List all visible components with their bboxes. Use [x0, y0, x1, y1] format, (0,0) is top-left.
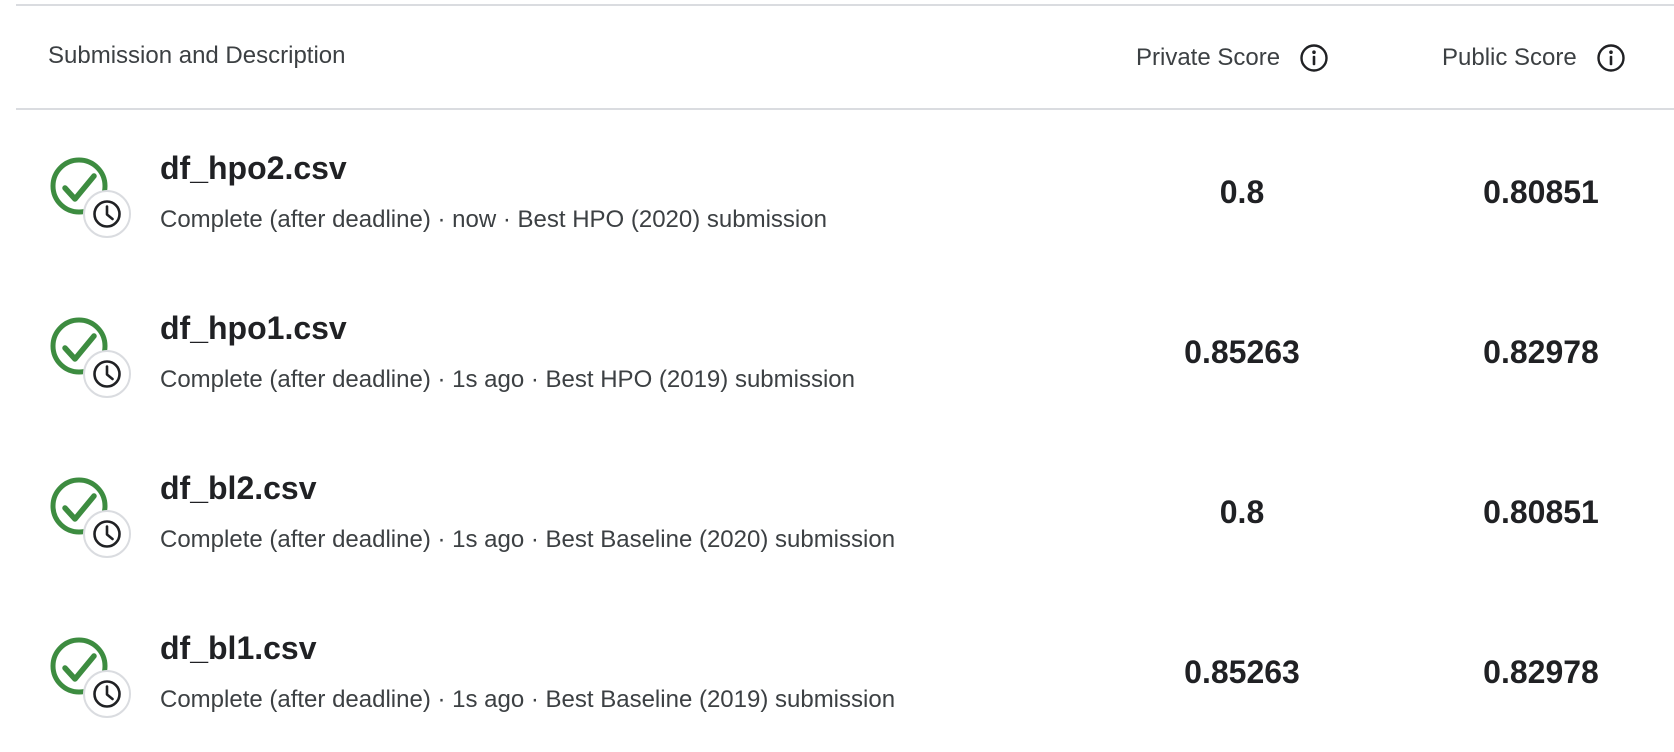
info-icon[interactable]	[1298, 42, 1330, 74]
clock-icon	[83, 670, 131, 718]
submission-meta: Complete (after deadline) · now · Best H…	[160, 206, 827, 233]
submission-row: df_hpo1.csv Complete (after deadline) · …	[0, 272, 1674, 432]
public-score-value: 0.82978	[1483, 654, 1599, 690]
private-score-value: 0.85263	[1184, 334, 1300, 370]
public-score-value: 0.80851	[1483, 494, 1599, 530]
submission-status: Complete (after deadline)	[160, 686, 431, 713]
check-circle-icon	[50, 637, 136, 723]
clock-icon	[83, 190, 131, 238]
info-icon[interactable]	[1595, 42, 1627, 74]
clock-icon	[83, 350, 131, 398]
submission-meta: Complete (after deadline) · 1s ago · Bes…	[160, 526, 896, 553]
submission-description: Best HPO (2019) submission	[545, 366, 855, 393]
check-circle-icon	[50, 317, 136, 403]
submission-file-name[interactable]: df_bl2.csv	[160, 470, 317, 507]
submission-meta: Complete (after deadline) · 1s ago · Bes…	[160, 686, 896, 713]
submission-status: Complete (after deadline)	[160, 526, 431, 553]
submission-description: Best Baseline (2019) submission	[545, 686, 896, 713]
public-score-value: 0.80851	[1483, 174, 1599, 210]
submission-row: df_hpo2.csv Complete (after deadline) · …	[0, 112, 1674, 272]
submission-description: Best Baseline (2020) submission	[545, 526, 896, 553]
submission-meta: Complete (after deadline) · 1s ago · Bes…	[160, 366, 855, 393]
submission-status: Complete (after deadline)	[160, 366, 431, 393]
public-score-column-header: Public Score	[1442, 42, 1627, 74]
submission-row: df_bl2.csv Complete (after deadline) · 1…	[0, 432, 1674, 592]
public-score-value: 0.82978	[1483, 334, 1599, 370]
table-header: Submission and Description Private Score…	[16, 6, 1674, 110]
submission-list: df_hpo2.csv Complete (after deadline) · …	[0, 112, 1674, 752]
private-score-value: 0.8	[1219, 494, 1265, 530]
submission-time: 1s ago	[452, 366, 525, 393]
submission-file-name[interactable]: df_hpo2.csv	[160, 150, 347, 187]
submission-file-name[interactable]: df_bl1.csv	[160, 630, 317, 667]
submission-file-name[interactable]: df_hpo1.csv	[160, 310, 347, 347]
check-circle-icon	[50, 477, 136, 563]
submission-time: 1s ago	[452, 526, 525, 553]
clock-icon	[83, 510, 131, 558]
public-score-label: Public Score	[1442, 44, 1577, 71]
submission-time: now	[452, 206, 497, 233]
check-circle-icon	[50, 157, 136, 243]
submission-row: df_bl1.csv Complete (after deadline) · 1…	[0, 592, 1674, 752]
submission-status: Complete (after deadline)	[160, 206, 431, 233]
private-score-label: Private Score	[1136, 44, 1281, 71]
submission-column-header: Submission and Description	[48, 42, 346, 69]
submission-description: Best HPO (2020) submission	[517, 206, 827, 233]
private-score-value: 0.85263	[1184, 654, 1300, 690]
private-score-column-header: Private Score	[1136, 42, 1330, 74]
private-score-value: 0.8	[1219, 174, 1265, 210]
submission-time: 1s ago	[452, 686, 525, 713]
